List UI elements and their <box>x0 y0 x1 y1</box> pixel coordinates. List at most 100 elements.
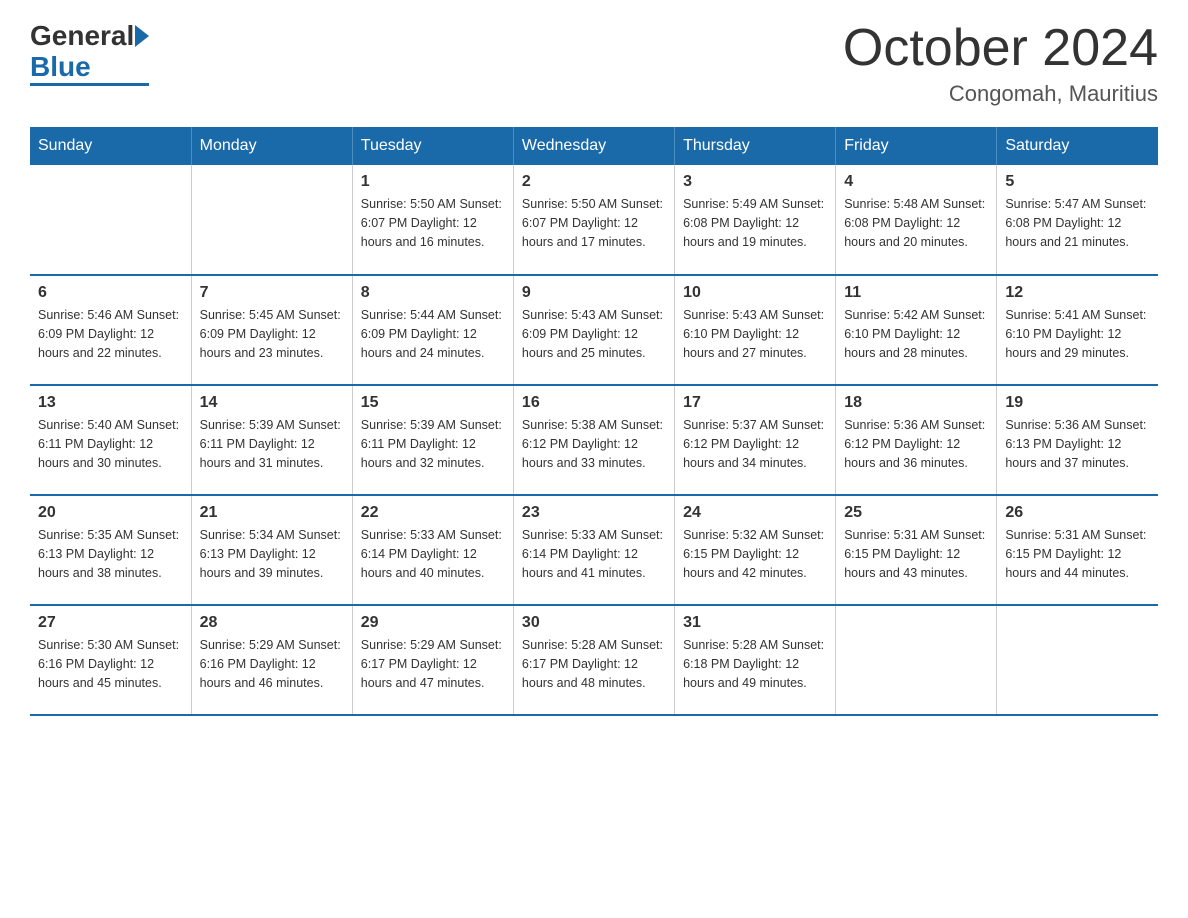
calendar-cell: 15 Sunrise: 5:39 AM Sunset: 6:11 PM Dayli… <box>352 385 513 495</box>
calendar-cell: 21Sunrise: 5:34 AM Sunset: 6:13 PM Dayli… <box>191 495 352 605</box>
calendar-cell: 22 Sunrise: 5:33 AM Sunset: 6:14 PM Dayli… <box>352 495 513 605</box>
calendar-cell: 5Sunrise: 5:47 AM Sunset: 6:08 PM Daylig… <box>997 165 1158 275</box>
day-detail: Sunrise: 5:44 AM Sunset: 6:09 PM Dayligh… <box>361 306 505 362</box>
calendar-cell <box>836 605 997 715</box>
day-number: 10 <box>683 284 827 302</box>
col-thursday: Thursday <box>675 127 836 165</box>
day-number: 7 <box>200 284 344 302</box>
day-detail: Sunrise: 5:48 AM Sunset: 6:08 PM Dayligh… <box>844 195 988 251</box>
col-monday: Monday <box>191 127 352 165</box>
calendar-cell: 9 Sunrise: 5:43 AM Sunset: 6:09 PM Daylig… <box>513 275 674 385</box>
calendar-header: Sunday Monday Tuesday Wednesday Thursday… <box>30 127 1158 165</box>
day-number: 18 <box>844 394 988 412</box>
day-number: 16 <box>522 394 666 412</box>
day-detail: Sunrise: 5:37 AM Sunset: 6:12 PM Dayligh… <box>683 416 827 472</box>
calendar-cell: 7 Sunrise: 5:45 AM Sunset: 6:09 PM Daylig… <box>191 275 352 385</box>
logo-blue-text: Blue <box>30 52 149 86</box>
day-number: 28 <box>200 614 344 632</box>
day-number: 27 <box>38 614 183 632</box>
day-detail: Sunrise: 5:46 AM Sunset: 6:09 PM Dayligh… <box>38 306 183 362</box>
month-title: October 2024 <box>843 20 1158 77</box>
day-detail: Sunrise: 5:36 AM Sunset: 6:12 PM Dayligh… <box>844 416 988 472</box>
day-detail: Sunrise: 5:42 AM Sunset: 6:10 PM Dayligh… <box>844 306 988 362</box>
day-detail: Sunrise: 5:35 AM Sunset: 6:13 PM Dayligh… <box>38 526 183 582</box>
calendar-body: 1 Sunrise: 5:50 AM Sunset: 6:07 PM Daylig… <box>30 165 1158 715</box>
title-area: October 2024 Congomah, Mauritius <box>843 20 1158 107</box>
day-detail: Sunrise: 5:43 AM Sunset: 6:10 PM Dayligh… <box>683 306 827 362</box>
day-detail: Sunrise: 5:34 AM Sunset: 6:13 PM Dayligh… <box>200 526 344 582</box>
week-row-4: 20 Sunrise: 5:35 AM Sunset: 6:13 PM Dayli… <box>30 495 1158 605</box>
col-tuesday: Tuesday <box>352 127 513 165</box>
day-number: 25 <box>844 504 988 522</box>
day-detail: Sunrise: 5:29 AM Sunset: 6:16 PM Dayligh… <box>200 636 344 692</box>
day-detail: Sunrise: 5:31 AM Sunset: 6:15 PM Dayligh… <box>844 526 988 582</box>
day-detail: Sunrise: 5:39 AM Sunset: 6:11 PM Dayligh… <box>200 416 344 472</box>
day-number: 13 <box>38 394 183 412</box>
calendar-cell: 29Sunrise: 5:29 AM Sunset: 6:17 PM Dayli… <box>352 605 513 715</box>
day-detail: Sunrise: 5:33 AM Sunset: 6:14 PM Dayligh… <box>361 526 505 582</box>
day-number: 5 <box>1005 173 1150 191</box>
col-friday: Friday <box>836 127 997 165</box>
logo-general-text: General <box>30 20 134 52</box>
day-detail: Sunrise: 5:39 AM Sunset: 6:11 PM Dayligh… <box>361 416 505 472</box>
calendar-table: Sunday Monday Tuesday Wednesday Thursday… <box>30 127 1158 716</box>
day-number: 26 <box>1005 504 1150 522</box>
calendar-cell: 6 Sunrise: 5:46 AM Sunset: 6:09 PM Daylig… <box>30 275 191 385</box>
day-number: 30 <box>522 614 666 632</box>
day-number: 22 <box>361 504 505 522</box>
calendar-cell: 14Sunrise: 5:39 AM Sunset: 6:11 PM Dayli… <box>191 385 352 495</box>
calendar-cell: 23 Sunrise: 5:33 AM Sunset: 6:14 PM Dayli… <box>513 495 674 605</box>
day-detail: Sunrise: 5:32 AM Sunset: 6:15 PM Dayligh… <box>683 526 827 582</box>
calendar-cell: 26 Sunrise: 5:31 AM Sunset: 6:15 PM Dayli… <box>997 495 1158 605</box>
calendar-cell: 4Sunrise: 5:48 AM Sunset: 6:08 PM Daylig… <box>836 165 997 275</box>
day-number: 1 <box>361 173 505 191</box>
calendar-cell: 13Sunrise: 5:40 AM Sunset: 6:11 PM Dayli… <box>30 385 191 495</box>
day-detail: Sunrise: 5:41 AM Sunset: 6:10 PM Dayligh… <box>1005 306 1150 362</box>
calendar-cell: 8Sunrise: 5:44 AM Sunset: 6:09 PM Daylig… <box>352 275 513 385</box>
calendar-cell: 12 Sunrise: 5:41 AM Sunset: 6:10 PM Dayli… <box>997 275 1158 385</box>
day-number: 17 <box>683 394 827 412</box>
day-number: 19 <box>1005 394 1150 412</box>
calendar-cell: 19 Sunrise: 5:36 AM Sunset: 6:13 PM Dayli… <box>997 385 1158 495</box>
calendar-cell: 30 Sunrise: 5:28 AM Sunset: 6:17 PM Dayli… <box>513 605 674 715</box>
calendar-cell: 1 Sunrise: 5:50 AM Sunset: 6:07 PM Daylig… <box>352 165 513 275</box>
calendar-cell: 11Sunrise: 5:42 AM Sunset: 6:10 PM Dayli… <box>836 275 997 385</box>
header: General Blue October 2024 Congomah, Maur… <box>30 20 1158 107</box>
day-detail: Sunrise: 5:45 AM Sunset: 6:09 PM Dayligh… <box>200 306 344 362</box>
day-detail: Sunrise: 5:28 AM Sunset: 6:17 PM Dayligh… <box>522 636 666 692</box>
day-number: 2 <box>522 173 666 191</box>
day-detail: Sunrise: 5:31 AM Sunset: 6:15 PM Dayligh… <box>1005 526 1150 582</box>
calendar-cell <box>30 165 191 275</box>
week-row-2: 6 Sunrise: 5:46 AM Sunset: 6:09 PM Daylig… <box>30 275 1158 385</box>
week-row-1: 1 Sunrise: 5:50 AM Sunset: 6:07 PM Daylig… <box>30 165 1158 275</box>
calendar-cell: 28 Sunrise: 5:29 AM Sunset: 6:16 PM Dayli… <box>191 605 352 715</box>
day-number: 31 <box>683 614 827 632</box>
day-number: 9 <box>522 284 666 302</box>
calendar-cell: 2Sunrise: 5:50 AM Sunset: 6:07 PM Daylig… <box>513 165 674 275</box>
day-number: 12 <box>1005 284 1150 302</box>
calendar-cell: 10 Sunrise: 5:43 AM Sunset: 6:10 PM Dayli… <box>675 275 836 385</box>
day-number: 20 <box>38 504 183 522</box>
header-row: Sunday Monday Tuesday Wednesday Thursday… <box>30 127 1158 165</box>
day-detail: Sunrise: 5:49 AM Sunset: 6:08 PM Dayligh… <box>683 195 827 251</box>
day-detail: Sunrise: 5:43 AM Sunset: 6:09 PM Dayligh… <box>522 306 666 362</box>
col-sunday: Sunday <box>30 127 191 165</box>
calendar-cell <box>997 605 1158 715</box>
day-number: 15 <box>361 394 505 412</box>
day-detail: Sunrise: 5:29 AM Sunset: 6:17 PM Dayligh… <box>361 636 505 692</box>
calendar-cell: 31 Sunrise: 5:28 AM Sunset: 6:18 PM Dayli… <box>675 605 836 715</box>
day-detail: Sunrise: 5:30 AM Sunset: 6:16 PM Dayligh… <box>38 636 183 692</box>
day-detail: Sunrise: 5:33 AM Sunset: 6:14 PM Dayligh… <box>522 526 666 582</box>
day-detail: Sunrise: 5:36 AM Sunset: 6:13 PM Dayligh… <box>1005 416 1150 472</box>
calendar-cell: 20 Sunrise: 5:35 AM Sunset: 6:13 PM Dayli… <box>30 495 191 605</box>
calendar-cell: 24 Sunrise: 5:32 AM Sunset: 6:15 PM Dayli… <box>675 495 836 605</box>
day-detail: Sunrise: 5:28 AM Sunset: 6:18 PM Dayligh… <box>683 636 827 692</box>
week-row-5: 27 Sunrise: 5:30 AM Sunset: 6:16 PM Dayli… <box>30 605 1158 715</box>
day-number: 6 <box>38 284 183 302</box>
logo: General Blue <box>30 20 149 86</box>
day-detail: Sunrise: 5:50 AM Sunset: 6:07 PM Dayligh… <box>361 195 505 251</box>
day-number: 23 <box>522 504 666 522</box>
logo-arrow-icon <box>135 25 149 47</box>
calendar-cell: 16Sunrise: 5:38 AM Sunset: 6:12 PM Dayli… <box>513 385 674 495</box>
day-number: 24 <box>683 504 827 522</box>
